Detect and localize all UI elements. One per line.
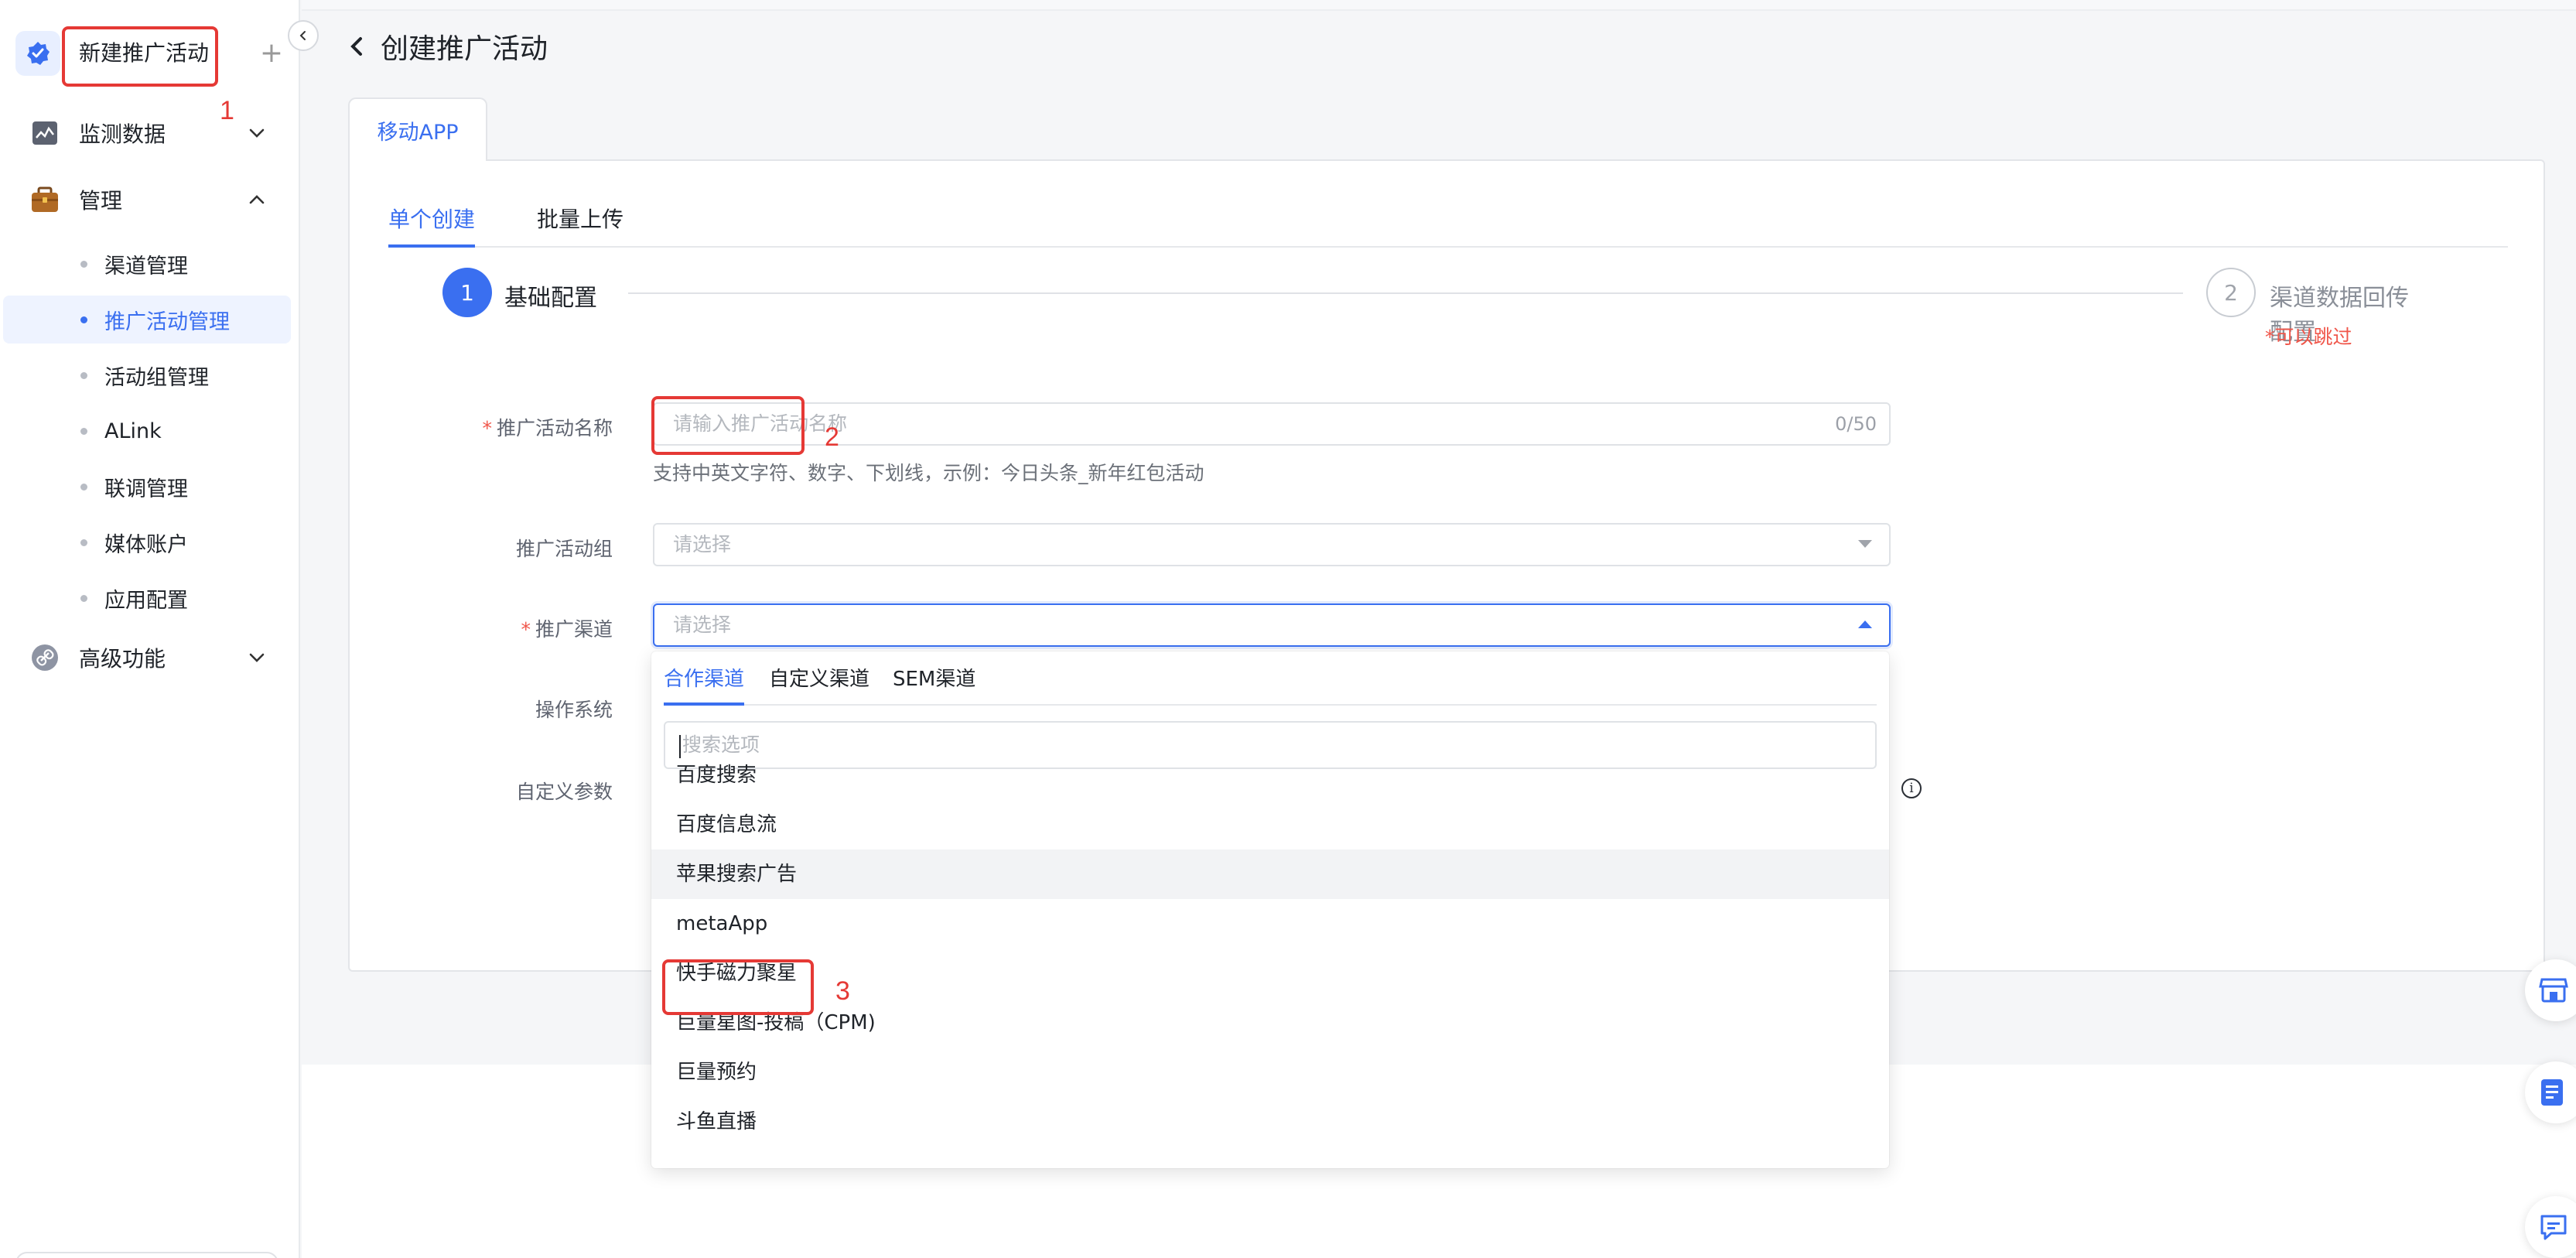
new-campaign-button[interactable]: 新建推广活动 + — [15, 25, 283, 82]
tab-single-create[interactable]: 单个创建 — [388, 200, 475, 248]
document-icon — [2541, 1079, 2563, 1106]
option-baidu-feed[interactable]: 百度信息流 — [651, 800, 1889, 849]
chevron-up-icon — [1858, 620, 1872, 628]
option-baidu-search[interactable]: 百度搜索 — [651, 750, 1889, 800]
page-title: 创建推广活动 — [381, 33, 548, 65]
sidebar-item-alink[interactable]: ALink — [3, 407, 291, 455]
sidebar-item-label: 活动组管理 — [104, 365, 209, 390]
step-connector — [628, 292, 2183, 294]
chevron-down-icon — [1858, 540, 1872, 548]
step-2-skip-note: *可以跳过 — [2265, 326, 2352, 348]
step-1-circle: 1 — [442, 268, 492, 317]
sidebar-item-label: 联调管理 — [104, 477, 188, 501]
tab-sem-channels[interactable]: SEM渠道 — [893, 658, 975, 706]
verified-badge-icon — [15, 31, 60, 76]
chevron-left-icon — [299, 31, 306, 40]
chevron-up-icon — [249, 195, 265, 204]
sidebar-item-label: 媒体账户 — [104, 532, 188, 557]
option-apple-search-ads[interactable]: 苹果搜索广告 — [651, 849, 1889, 899]
sidebar-item-app-config[interactable]: 应用配置 — [3, 574, 291, 622]
sidebar: 新建推广活动 + 监测数据 管理 渠道管理 推广活动管理 活动组管理 ALink… — [0, 0, 319, 1258]
page-header: 创建推广活动 — [348, 23, 548, 70]
step-2-circle[interactable]: 2 — [2206, 268, 2256, 317]
campaign-name-label: * 推广活动名称 — [482, 417, 613, 439]
chart-line-icon — [29, 118, 60, 149]
new-campaign-label: 新建推广活动 — [79, 40, 210, 66]
store-icon — [2539, 978, 2568, 1003]
steps-indicator: 1 基础配置 2 渠道数据回传配置 *可以跳过 — [442, 268, 2423, 348]
menu-group-monitoring[interactable]: 监测数据 — [15, 104, 283, 162]
annotation-number-1: 1 — [220, 96, 234, 125]
briefcase-icon — [29, 184, 60, 215]
add-icon[interactable]: + — [260, 39, 283, 68]
chevron-down-icon — [249, 653, 265, 662]
collapse-sidebar-button[interactable] — [288, 20, 319, 51]
menu-group-label: 监测数据 — [79, 121, 166, 147]
sidebar-item-label: ALink — [104, 419, 162, 443]
link-icon — [29, 642, 60, 673]
campaign-group-select[interactable]: 请选择 — [653, 523, 1891, 566]
step-1-label: 基础配置 — [504, 285, 597, 312]
char-counter: 0/50 — [1835, 413, 1877, 435]
os-label: 操作系统 — [535, 699, 613, 721]
campaign-name-help: 支持中英文字符、数字、下划线，示例：今日头条_新年红包活动 — [653, 462, 1204, 484]
channel-select[interactable]: 请选择 — [653, 603, 1891, 647]
sidebar-item-debug-management[interactable]: 联调管理 — [3, 463, 291, 511]
top-bar — [302, 0, 2576, 11]
sidebar-item-label: 应用配置 — [104, 588, 188, 613]
sidebar-footer — [15, 1252, 278, 1258]
annotation-number-2: 2 — [825, 422, 839, 452]
campaign-group-label: 推广活动组 — [515, 538, 613, 560]
channel-type-tabs: 合作渠道 自定义渠道 SEM渠道 — [664, 658, 1877, 706]
sidebar-item-label: 渠道管理 — [104, 254, 188, 279]
tab-batch-upload[interactable]: 批量上传 — [537, 200, 624, 248]
channel-label: * 推广渠道 — [521, 618, 613, 641]
sidebar-item-label: 推广活动管理 — [104, 309, 230, 334]
floating-shop-button[interactable] — [2525, 959, 2576, 1021]
chat-icon — [2540, 1215, 2567, 1240]
creation-mode-tabs: 单个创建 批量上传 — [388, 200, 2508, 248]
sidebar-item-group-management[interactable]: 活动组管理 — [3, 351, 291, 399]
sidebar-item-media-accounts[interactable]: 媒体账户 — [3, 518, 291, 566]
annotation-number-3: 3 — [835, 976, 850, 1006]
menu-group-label: 管理 — [79, 188, 123, 214]
channel-dropdown: 合作渠道 自定义渠道 SEM渠道 搜索选项 百度搜索 百度信息流 苹果搜索广告 … — [651, 651, 1889, 1168]
tab-partner-channels[interactable]: 合作渠道 — [664, 658, 744, 706]
back-arrow-icon[interactable] — [348, 35, 365, 58]
sidebar-item-channel-management[interactable]: 渠道管理 — [3, 240, 291, 288]
menu-group-advanced[interactable]: 高级功能 — [15, 628, 283, 687]
sidebar-item-campaign-management[interactable]: 推广活动管理 — [3, 296, 291, 344]
option-metaapp[interactable]: metaApp — [651, 899, 1889, 949]
info-icon[interactable]: i — [1901, 778, 1922, 798]
campaign-name-placeholder: 请输入推广活动名称 — [673, 412, 848, 435]
option-douyu-live[interactable]: 斗鱼直播 — [651, 1097, 1889, 1147]
chevron-down-icon — [249, 128, 265, 138]
tab-mobile-app[interactable]: 移动APP — [348, 97, 487, 161]
custom-params-label: 自定义参数 — [515, 781, 613, 803]
option-juliang-booking[interactable]: 巨量预约 — [651, 1048, 1889, 1097]
tab-custom-channels[interactable]: 自定义渠道 — [769, 658, 869, 706]
menu-group-management[interactable]: 管理 — [15, 170, 283, 229]
menu-group-label: 高级功能 — [79, 646, 166, 672]
